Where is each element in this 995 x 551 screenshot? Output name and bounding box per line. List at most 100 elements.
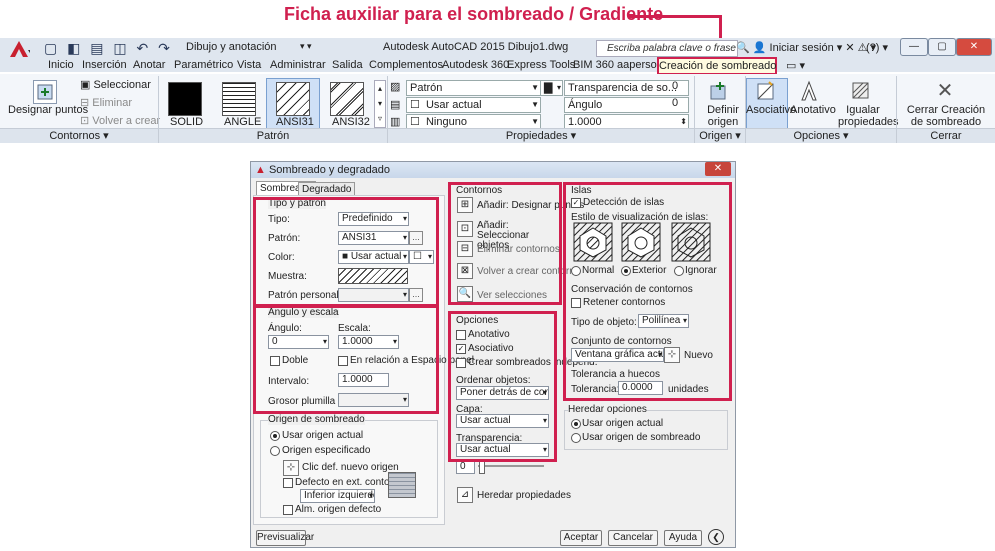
origen-especificado-radio[interactable] xyxy=(270,446,280,456)
heredar-propiedades-icon[interactable]: ⊿ xyxy=(457,487,473,503)
group-heredar: Heredar opciones xyxy=(568,404,647,415)
workspace-selector[interactable]: Dibujo y anotación xyxy=(186,41,277,53)
transparencia-slider-track[interactable] xyxy=(478,465,544,467)
close-hatch-icon[interactable]: ✕ xyxy=(934,80,956,102)
panel-origen-title[interactable]: Origen ▾ xyxy=(695,128,745,143)
angle-value[interactable]: 0 xyxy=(672,97,678,109)
defecto-contornos-checkbox[interactable] xyxy=(283,478,293,488)
hatch-type-select[interactable]: Patrón ▼ xyxy=(406,80,541,96)
pattern-angle-swatch[interactable] xyxy=(222,82,256,116)
heredar-usar-actual-radio[interactable] xyxy=(571,419,581,429)
match-properties-label[interactable]: Igualar propiedades xyxy=(838,104,899,128)
close-hatch-label[interactable]: Cerrar Creación de sombreado xyxy=(900,104,992,128)
pattern-solid-swatch[interactable] xyxy=(168,82,202,116)
highlight-angulo-escala xyxy=(253,305,439,414)
panel-contornos-title[interactable]: Contornos ▾ xyxy=(0,128,158,143)
panel-propiedades-title[interactable]: Propiedades ▾ xyxy=(388,128,694,143)
pattern-gallery-scroll[interactable]: ▴ ▾ ▿ xyxy=(374,80,386,128)
minimize-button[interactable]: — xyxy=(900,38,928,56)
pattern-ansi31-label: ANSI31 xyxy=(276,116,314,128)
scale-value: 1.0000 xyxy=(568,116,602,128)
heredar-propiedades-label[interactable]: Heredar propiedades xyxy=(477,490,571,501)
pattern-ansi32-swatch[interactable] xyxy=(330,82,364,116)
aceptar-button[interactable]: Aceptar xyxy=(560,530,602,546)
heredar-usar-sombreado-label: Usar origen de sombreado xyxy=(582,432,701,443)
ayuda-button[interactable]: Ayuda xyxy=(664,530,702,546)
annotative-label[interactable]: Anotativo xyxy=(790,104,836,116)
transparency-label: Transparencia de so... xyxy=(568,82,678,94)
panel-opciones-title[interactable]: Opciones ▾ xyxy=(746,128,896,143)
hatch-color-select[interactable]: ☐ Usar actual ▼ xyxy=(406,97,541,113)
annotative-icon[interactable] xyxy=(798,80,820,102)
heredar-usar-sombreado-radio[interactable] xyxy=(571,433,581,443)
search-input[interactable]: Escriba palabra clave o frase xyxy=(596,40,738,57)
origen-especificado-label: Origen especificado xyxy=(282,445,371,456)
eliminar-button[interactable]: ⊟ Eliminar xyxy=(80,96,132,109)
angle-label: Ángulo xyxy=(568,99,603,111)
quick-access-toolbar[interactable]: ▢ ◧ ▤ ◫ ↶ ↷ xyxy=(44,40,173,57)
tab-complementos[interactable]: Complementos xyxy=(369,59,443,71)
tab-anotar[interactable]: Anotar xyxy=(133,59,165,71)
collapse-chevron-icon[interactable]: ❮ xyxy=(708,529,724,545)
panel-patron-title: Patrón xyxy=(159,128,387,143)
tab-salida[interactable]: Salida xyxy=(332,59,363,71)
tab-parametrico[interactable]: Paramétrico xyxy=(174,59,233,71)
pattern-solid-label: SOLID xyxy=(170,116,204,128)
highlight-opciones xyxy=(448,311,557,462)
tab-autodesk360[interactable]: Autodesk 360 xyxy=(442,59,509,71)
hatch-type-icon: ▨ xyxy=(390,81,401,93)
pick-points-icon[interactable] xyxy=(33,80,57,104)
sign-in-label: Iniciar sesión xyxy=(769,42,834,54)
tab-bim360[interactable]: BIM 360 xyxy=(573,59,614,71)
background-color-value: Ninguno xyxy=(425,116,467,128)
tab-vista[interactable]: Vista xyxy=(237,59,261,71)
dialog-close-button[interactable]: ✕ xyxy=(705,162,731,176)
tab-administrar[interactable]: Administrar xyxy=(270,59,326,71)
heredar-usar-actual-label: Usar origen actual xyxy=(582,418,664,429)
hatch-type-value: Patrón xyxy=(410,82,443,94)
help-label: ? xyxy=(869,42,876,54)
tab-express-tools[interactable]: Express Tools xyxy=(507,59,575,71)
match-properties-icon[interactable] xyxy=(850,80,872,102)
clic-origen-icon[interactable]: ⊹ xyxy=(283,460,299,476)
previsualizar-button[interactable]: Previsualizar xyxy=(256,530,314,546)
cancelar-button[interactable]: Cancelar xyxy=(608,530,658,546)
define-origin-label[interactable]: Definir origen xyxy=(706,104,740,128)
close-window-button[interactable]: ✕ xyxy=(956,38,992,56)
transparencia-slider-value[interactable]: 0 xyxy=(456,460,475,474)
origin-preview-icon xyxy=(388,472,416,498)
background-color-icon: ▥ xyxy=(390,116,401,128)
transparency-value[interactable]: 0 xyxy=(672,80,678,92)
volver-a-crear-label: Volver a crear xyxy=(92,115,161,127)
transparencia-slider-thumb[interactable] xyxy=(479,460,485,474)
inferior-izquierdo-select[interactable]: Inferior izquierdo ▾ xyxy=(300,489,375,503)
autocad-logo-icon[interactable] xyxy=(8,40,30,58)
inferior-izquierdo-value: Inferior izquierdo xyxy=(304,490,375,501)
tab-insercion[interactable]: Inserción xyxy=(82,59,127,71)
pattern-ansi32-label: ANSI32 xyxy=(332,116,370,128)
hatch-color-icon: ▤ xyxy=(390,99,401,111)
angle-input[interactable]: Ángulo xyxy=(564,97,689,113)
help-button[interactable]: (?) ▾ xyxy=(866,41,888,54)
pattern-ansi31-swatch[interactable] xyxy=(276,82,310,116)
chevron-down-icon[interactable]: ▾ ▾ xyxy=(300,41,312,52)
tab-creacion-sombreado[interactable]: Creación de sombreado xyxy=(657,57,777,75)
volver-a-crear-button[interactable]: ⊡ Volver a crear xyxy=(80,114,160,127)
panel-cerrar-title: Cerrar xyxy=(897,128,995,143)
tab-inicio[interactable]: Inicio xyxy=(48,59,74,71)
designar-puntos-label[interactable]: Designar puntos xyxy=(8,104,88,116)
transparency-type-select[interactable]: ▇ ▾ xyxy=(540,80,563,96)
seleccionar-button[interactable]: ▣ Seleccionar xyxy=(80,78,151,91)
usar-origen-actual-radio[interactable] xyxy=(270,431,280,441)
alm-origen-label: Alm. origen defecto xyxy=(295,504,382,515)
autocad-logo-small-icon: ▲ xyxy=(255,164,266,176)
sign-in-button[interactable]: 🔍 👤 Iniciar sesión ▾ ✕ ⚠ ▾ xyxy=(736,41,876,54)
group-origen: Origen de sombreado xyxy=(268,414,365,425)
maximize-button[interactable]: ▢ xyxy=(928,38,956,56)
usar-origen-actual-label: Usar origen actual xyxy=(282,430,364,441)
transparency-input[interactable]: Transparencia de so... xyxy=(564,80,689,96)
clic-origen-label: Clic def. nuevo origen xyxy=(302,462,399,473)
define-origin-icon[interactable] xyxy=(708,80,730,102)
tab-extra-toggle[interactable]: ▭ ▾ xyxy=(786,59,805,72)
alm-origen-checkbox[interactable] xyxy=(283,505,293,515)
